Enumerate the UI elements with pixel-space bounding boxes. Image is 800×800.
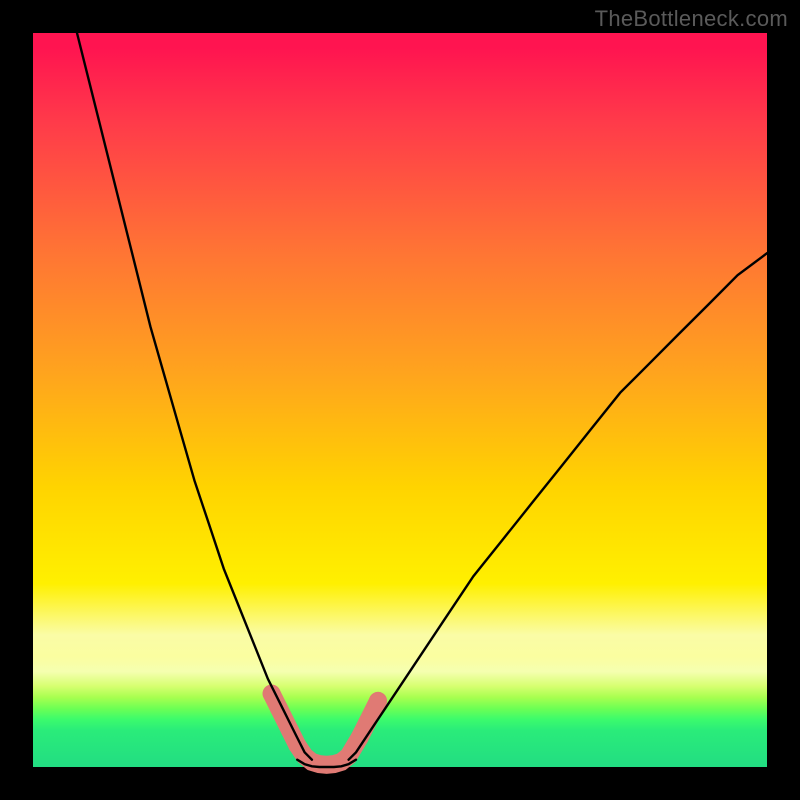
marker-dot — [369, 692, 387, 710]
curve-layer — [77, 33, 767, 767]
marker-dot — [358, 714, 376, 732]
marker-layer — [263, 685, 387, 765]
curve-left-branch — [77, 33, 312, 760]
chart-frame: TheBottleneck.com — [0, 0, 800, 800]
curve-right-branch — [349, 253, 767, 760]
watermark-text: TheBottleneck.com — [595, 6, 788, 32]
chart-svg — [33, 33, 767, 767]
